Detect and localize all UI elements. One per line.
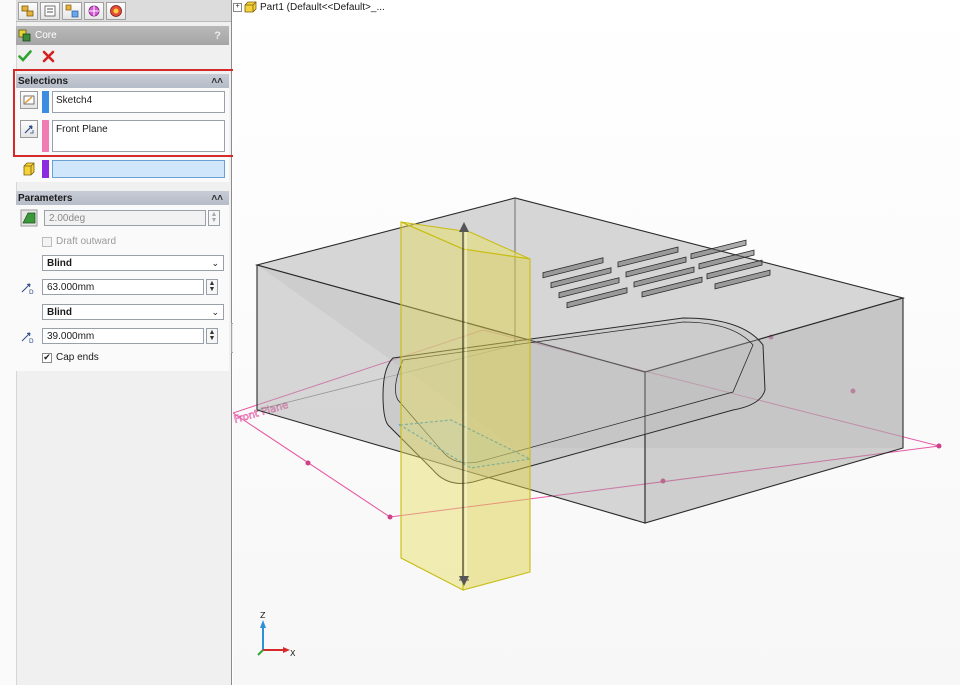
selections-header[interactable]: Selections ˄˄ — [16, 74, 229, 88]
selections-group: Selections ˄˄ Sketch4 Front Plane — [16, 74, 229, 182]
depth-2-row: D 39.000mm ▲ ▼ — [20, 327, 218, 345]
display-manager-tab[interactable] — [106, 1, 126, 20]
left-side-strip — [0, 0, 17, 685]
core-feature-icon — [18, 29, 31, 42]
body-selection-box[interactable] — [52, 160, 225, 178]
end-condition-2-dropdown[interactable]: Blind ⌄ — [42, 304, 224, 320]
depth-2-spinner[interactable]: ▲ ▼ — [206, 328, 218, 344]
cap-ends-checkbox[interactable]: ✔ — [42, 352, 52, 363]
feature-tree-icon — [21, 5, 34, 16]
property-manager-tab[interactable] — [40, 1, 60, 20]
manager-tab-bar — [16, 0, 231, 22]
svg-text:D: D — [29, 289, 34, 296]
parameters-header[interactable]: Parameters ˄˄ — [16, 191, 229, 205]
draft-angle-row: 2.00deg ▲ ▼ — [20, 209, 220, 227]
body-selection-row — [20, 160, 225, 178]
depth-1-row: D 63.000mm ▲ ▼ — [20, 278, 218, 296]
collapse-chevron-icon[interactable]: ˄˄ — [211, 76, 223, 87]
configuration-manager-tab[interactable] — [62, 1, 82, 20]
draft-angle-icon — [20, 209, 38, 227]
depth-dimension-icon: D — [21, 283, 34, 296]
solid-body-icon — [23, 162, 35, 176]
configuration-icon — [65, 4, 79, 17]
direction-selection-icon[interactable] — [20, 120, 38, 138]
end-condition-1-value: Blind — [47, 257, 72, 269]
cap-ends-label: Cap ends — [56, 352, 99, 363]
sketch-color-bar — [42, 91, 49, 113]
body-color-bar — [42, 160, 49, 178]
cap-ends-row: ✔ Cap ends — [42, 352, 99, 363]
sketch-icon — [23, 95, 35, 105]
depth-1-field[interactable]: 63.000mm — [42, 279, 204, 295]
parameters-header-label: Parameters — [18, 192, 73, 204]
collapse-chevron-icon[interactable]: ˄˄ — [211, 193, 223, 204]
cancel-button[interactable] — [42, 50, 55, 63]
draft-outward-label: Draft outward — [56, 236, 117, 247]
sketch-selection-box[interactable]: Sketch4 — [52, 91, 225, 113]
body-selection-icon[interactable] — [20, 160, 38, 178]
direction-selection-box[interactable]: Front Plane — [52, 120, 225, 152]
feature-manager-tab[interactable] — [18, 1, 38, 20]
end-condition-2-value: Blind — [47, 306, 72, 318]
svg-text:D: D — [29, 338, 34, 345]
triad-z-label: Z — [260, 611, 266, 620]
display-manager-icon — [110, 4, 122, 17]
triad-x-label: X — [290, 649, 296, 658]
feature-title-bar: Core ? — [16, 26, 229, 45]
dimxpert-manager-tab[interactable] — [84, 1, 104, 20]
depth-2-field[interactable]: 39.000mm — [42, 328, 204, 344]
draft-outward-checkbox[interactable] — [42, 236, 52, 247]
model-scene[interactable]: Front Plane Z X — [233, 0, 960, 685]
chevron-down-icon: ⌄ — [211, 306, 219, 317]
ok-cancel-bar — [16, 47, 55, 65]
checkmark-icon — [18, 50, 32, 62]
depth-1-spinner[interactable]: ▲ ▼ — [206, 279, 218, 295]
sketch-selection-row: Sketch4 — [20, 91, 225, 113]
end-condition-2-row: Blind ⌄ — [42, 304, 224, 320]
close-icon — [42, 50, 55, 62]
direction-arrow-icon — [24, 125, 34, 134]
property-manager-panel: Core ? Selections ˄˄ Sketch4 Front Plane… — [0, 0, 237, 685]
property-list-icon — [44, 5, 56, 16]
parameters-group: Parameters ˄˄ 2.00deg ▲ ▼ Draft outward B… — [16, 191, 229, 371]
chevron-down-icon: ⌄ — [211, 257, 219, 268]
ok-button[interactable] — [18, 49, 32, 63]
dimxpert-icon — [88, 5, 100, 16]
view-triad: Z X — [257, 611, 296, 658]
sketch-selection-icon[interactable] — [20, 91, 38, 109]
core-extrusion-preview[interactable] — [400, 221, 531, 591]
draft-angle-spinner[interactable]: ▲ ▼ — [208, 210, 220, 226]
draft-outward-row: Draft outward — [42, 236, 116, 247]
help-icon[interactable]: ? — [214, 30, 221, 42]
depth-dimension-icon: D — [21, 332, 34, 345]
draft-angle-field[interactable]: 2.00deg — [44, 210, 206, 226]
end-condition-1-dropdown[interactable]: Blind ⌄ — [42, 255, 224, 271]
direction-selection-row: Front Plane — [20, 120, 225, 152]
plane-color-bar — [42, 120, 49, 152]
feature-title: Core — [35, 30, 57, 41]
selections-header-label: Selections — [18, 75, 69, 87]
end-condition-1-row: Blind ⌄ — [42, 255, 224, 271]
